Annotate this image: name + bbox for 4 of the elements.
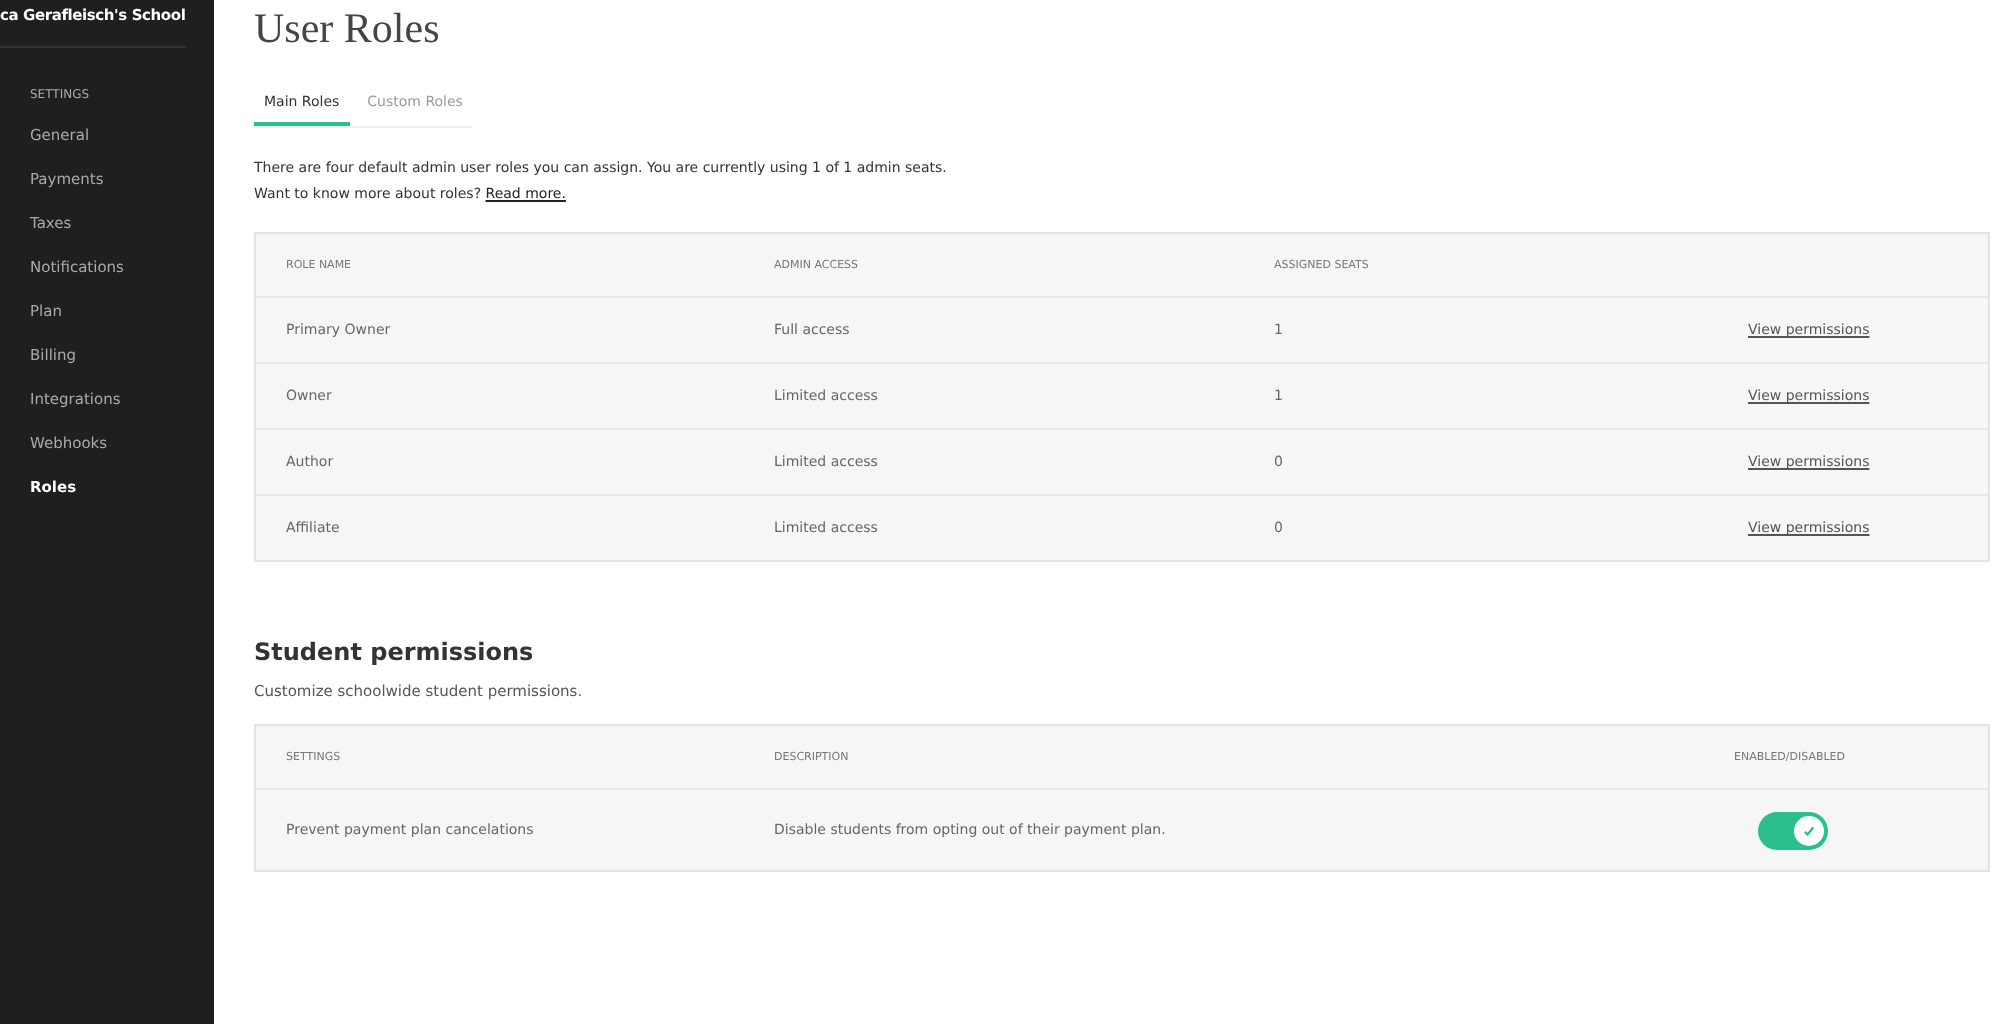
toggle-switch[interactable] [1758, 811, 1828, 849]
page-title: User Roles [254, 4, 442, 54]
section-title: Student permissions [254, 638, 536, 666]
check-icon [1802, 823, 1816, 837]
